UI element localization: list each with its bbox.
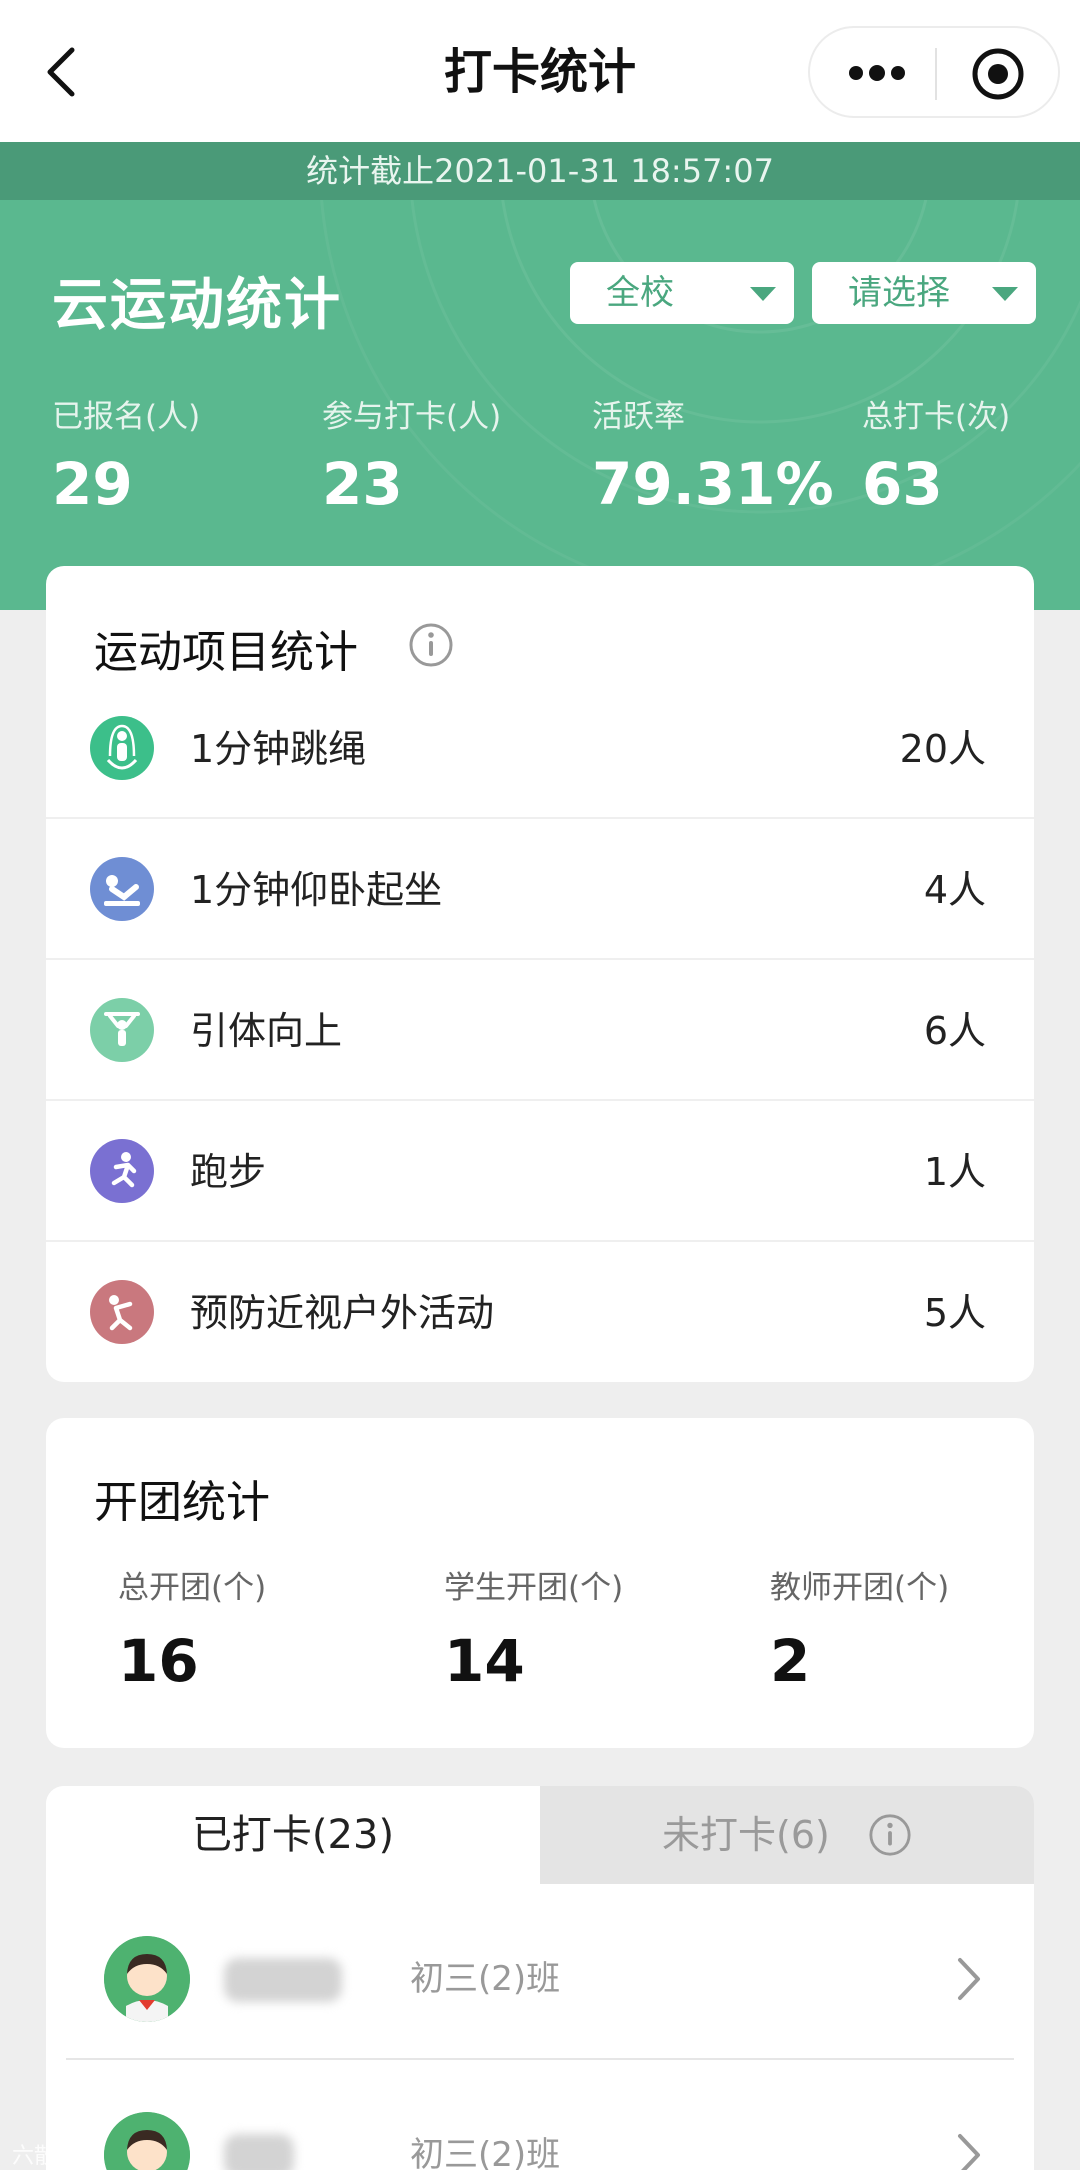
stat-value: 63	[862, 450, 943, 518]
stat-label: 活跃率	[592, 399, 685, 435]
sport-count: 4人	[923, 868, 986, 912]
scope-select[interactable]: 全校	[570, 262, 794, 324]
sport-name: 1分钟仰卧起坐	[190, 868, 443, 912]
tab-checked-in[interactable]: 已打卡(23)	[46, 1786, 540, 1884]
info-icon[interactable]	[408, 622, 454, 668]
sport-item[interactable]: 跑步 1人	[46, 1101, 1034, 1242]
sport-item[interactable]: 引体向上 6人	[46, 960, 1034, 1101]
class-select-label: 请选择	[848, 273, 950, 313]
stat-label: 总打卡(次)	[862, 399, 1011, 435]
sport-name: 1分钟跳绳	[190, 727, 367, 771]
student-avatar	[104, 2112, 190, 2170]
stat-participants: 参与打卡(人) 23	[322, 397, 501, 517]
sport-name: 预防近视户外活动	[190, 1291, 495, 1335]
sport-name: 引体向上	[190, 1009, 343, 1053]
running-icon	[90, 1139, 154, 1203]
group-stat-student: 学生开团(个) 14	[444, 1568, 623, 1694]
stat-label: 参与打卡(人)	[322, 399, 502, 435]
sport-count: 1人	[923, 1150, 986, 1194]
checkin-list-card: 已打卡(23) 未打卡(6) 初三(2)班 初三(2)班	[46, 1786, 1034, 2170]
tab-label: 已打卡(23)	[191, 1812, 395, 1858]
row-divider	[66, 2058, 1014, 2060]
stat-activity-rate: 活跃率 79.31%	[592, 397, 834, 517]
stat-registered: 已报名(人) 29	[52, 397, 200, 517]
student-row[interactable]: 初三(2)班	[46, 2082, 1034, 2170]
sport-count: 5人	[923, 1291, 986, 1335]
chevron-right-icon	[958, 1958, 980, 2000]
sport-count: 20人	[899, 727, 986, 771]
stats-hero: 统计截止2021-01-31 18:57:07 云运动统计 全校 请选择 已报名…	[0, 142, 1080, 610]
student-avatar	[104, 1936, 190, 2022]
stat-label: 学生开团(个)	[444, 1570, 624, 1606]
checkin-tabs: 已打卡(23) 未打卡(6)	[46, 1786, 1034, 1884]
group-stat-teacher: 教师开团(个) 2	[770, 1568, 949, 1694]
card-title: 开团统计	[94, 1477, 270, 1528]
sport-count: 6人	[923, 1009, 986, 1053]
scope-select-label: 全校	[606, 273, 674, 313]
stat-label: 已报名(人)	[52, 399, 201, 435]
group-stats-card: 开团统计 总开团(个) 16 学生开团(个) 14 教师开团(个) 2	[46, 1418, 1034, 1748]
more-options-icon[interactable]	[848, 58, 906, 88]
watermark: 六散婚谐	[12, 2144, 101, 2169]
close-program-icon[interactable]	[970, 46, 1026, 102]
mini-program-capsule	[808, 26, 1060, 118]
hero-title: 云运动统计	[52, 273, 342, 338]
stat-label: 教师开团(个)	[770, 1570, 950, 1606]
sit-up-icon	[90, 857, 154, 921]
info-icon[interactable]	[868, 1813, 912, 1857]
capsule-divider	[935, 48, 937, 100]
stat-total-checkins: 总打卡(次) 63	[862, 397, 1010, 517]
stat-value: 16	[118, 1627, 199, 1695]
sport-name: 跑步	[190, 1150, 267, 1194]
tab-label: 未打卡(6)	[662, 1813, 830, 1857]
stat-value: 79.31%	[592, 450, 834, 518]
card-title: 运动项目统计	[94, 627, 358, 678]
stat-label: 总开团(个)	[118, 1570, 267, 1606]
student-class: 初三(2)班	[410, 2135, 561, 2170]
tab-not-checked-in[interactable]: 未打卡(6)	[540, 1786, 1034, 1884]
stat-value: 23	[322, 450, 403, 518]
dropdown-triangle-icon	[992, 287, 1018, 301]
stat-value: 2	[770, 1627, 811, 1695]
sport-item[interactable]: 1分钟跳绳 20人	[46, 678, 1034, 819]
class-select[interactable]: 请选择	[812, 262, 1036, 324]
stat-value: 29	[52, 450, 133, 518]
student-name-redacted	[224, 2134, 294, 2170]
statistics-timestamp: 统计截止2021-01-31 18:57:07	[0, 142, 1080, 200]
nav-bar: 打卡统计	[0, 0, 1080, 142]
sports-stats-card: 运动项目统计 1分钟跳绳 20人 1分钟仰卧起坐 4人 引体向上 6人 跑步 1…	[46, 566, 1034, 1382]
dropdown-triangle-icon	[750, 287, 776, 301]
student-class: 初三(2)班	[410, 1959, 561, 1999]
group-stat-total: 总开团(个) 16	[118, 1568, 266, 1694]
pull-up-icon	[90, 998, 154, 1062]
sport-item[interactable]: 预防近视户外活动 5人	[46, 1242, 1034, 1382]
stat-value: 14	[444, 1627, 525, 1695]
outdoor-activity-icon	[90, 1280, 154, 1344]
sport-item[interactable]: 1分钟仰卧起坐 4人	[46, 819, 1034, 960]
hero-decoration	[318, 142, 1080, 604]
rope-skipping-icon	[90, 716, 154, 780]
student-name-redacted	[224, 1958, 342, 2002]
chevron-right-icon	[958, 2134, 980, 2170]
